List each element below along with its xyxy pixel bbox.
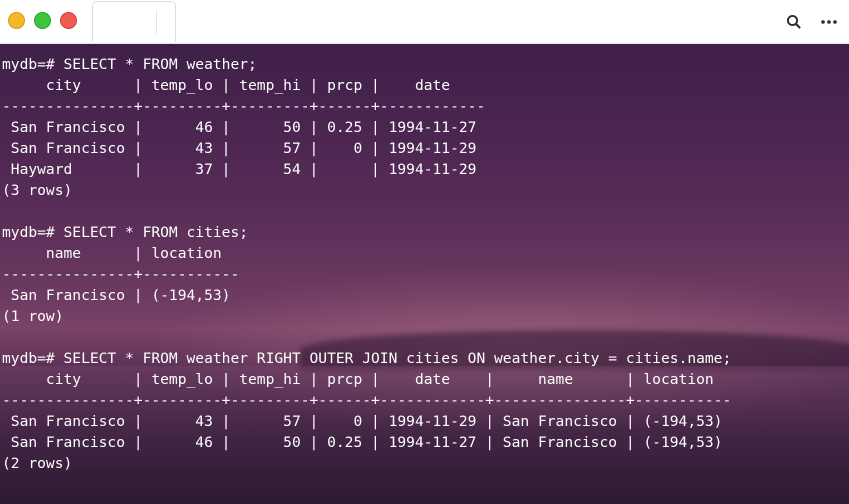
terminal-line: San Francisco | (-194,53): [2, 287, 231, 304]
terminal-line: San Francisco | 43 | 57 | 0 | 1994-11-29: [2, 140, 477, 157]
terminal-line: city | temp_lo | temp_hi | prcp | date: [2, 77, 451, 94]
minimize-button[interactable]: [8, 12, 25, 29]
title-bar: [0, 0, 849, 44]
terminal-line: ---------------+-----------: [2, 266, 240, 283]
terminal-line: (2 rows): [2, 455, 73, 472]
terminal-line: (1 row): [2, 308, 64, 325]
terminal-output: mydb=# SELECT * FROM weather; city | tem…: [2, 54, 731, 474]
terminal-line: (3 rows): [2, 182, 73, 199]
search-icon[interactable]: [783, 11, 805, 33]
terminal-area[interactable]: mydb=# SELECT * FROM weather; city | tem…: [0, 44, 849, 504]
terminal-line: San Francisco | 43 | 57 | 0 | 1994-11-29…: [2, 413, 723, 430]
terminal-line: Hayward | 37 | 54 | | 1994-11-29: [2, 161, 477, 178]
terminal-line: ---------------+---------+---------+----…: [2, 98, 486, 115]
more-icon[interactable]: [818, 11, 840, 33]
terminal-line: city | temp_lo | temp_hi | prcp | date |…: [2, 371, 714, 388]
terminal-line: ---------------+---------+---------+----…: [2, 392, 732, 409]
close-button[interactable]: [60, 12, 77, 29]
terminal-line: mydb=# SELECT * FROM cities;: [2, 224, 249, 241]
terminal-line: mydb=# SELECT * FROM weather;: [2, 56, 257, 73]
tab-divider: [156, 10, 157, 34]
terminal-line: San Francisco | 46 | 50 | 0.25 | 1994-11…: [2, 434, 723, 451]
terminal-line: mydb=# SELECT * FROM weather RIGHT OUTER…: [2, 350, 732, 367]
terminal-window: mydb=# SELECT * FROM weather; city | tem…: [0, 0, 849, 504]
terminal-line: name | location: [2, 245, 222, 262]
terminal-tab[interactable]: [92, 1, 176, 42]
maximize-button[interactable]: [34, 12, 51, 29]
terminal-line: San Francisco | 46 | 50 | 0.25 | 1994-11…: [2, 119, 477, 136]
